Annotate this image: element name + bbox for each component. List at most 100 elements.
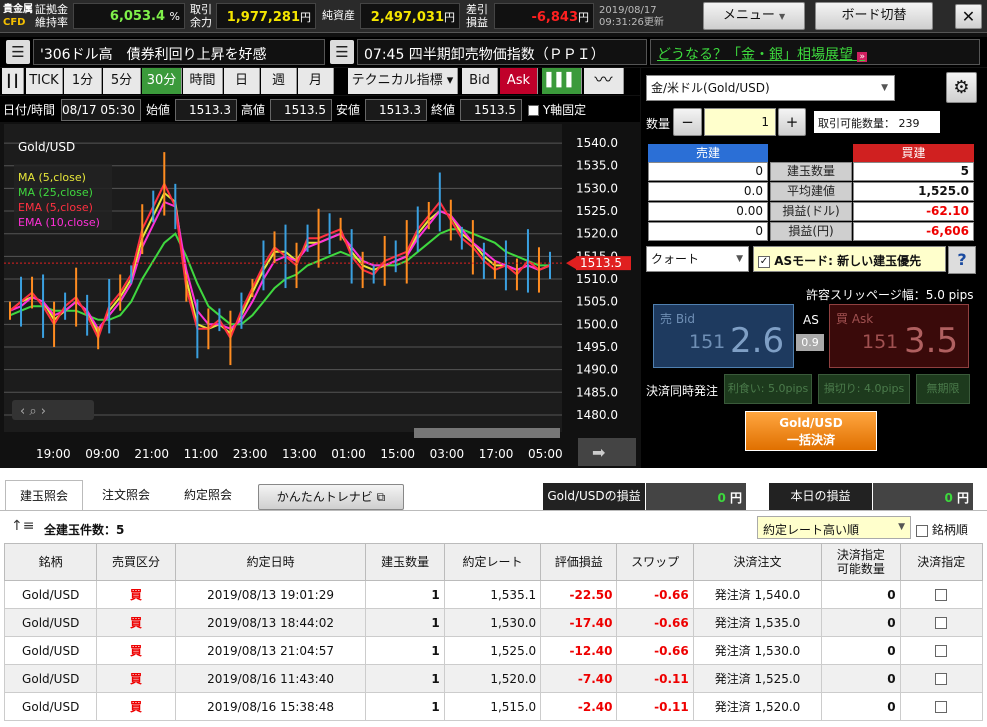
- bid-toggle[interactable]: Bid: [462, 68, 498, 94]
- sell-header: 売建: [648, 144, 768, 162]
- position-buy-3: -6,606: [853, 222, 974, 241]
- hamburger-icon[interactable]: ☰: [330, 40, 354, 64]
- cell-2: 2019/08/13 18:44:02: [174, 608, 367, 637]
- tab-positions[interactable]: 建玉照会: [5, 480, 83, 510]
- settle-checkbox[interactable]: [899, 664, 984, 693]
- checkbox-icon: [935, 673, 948, 685]
- cell-0: Gold/USD: [3, 580, 98, 609]
- close-value: 1513.5: [460, 99, 522, 121]
- timeframe-5[interactable]: 日: [224, 68, 260, 94]
- cell-8: 0: [821, 636, 901, 665]
- table-row: Gold/USD 買 2019/08/16 15:38:48 1 1,515.0 -2.4…: [3, 692, 984, 721]
- news-headline-right[interactable]: 07:45 四半期卸売物価指数（ＰＰＩ）: [357, 39, 647, 65]
- table-header: 銘柄 売買区分 約定日時 建玉数量 約定レート 評価損益 スワップ 決済注文 決済指定 可能数量…: [3, 543, 984, 581]
- cell-1: 買: [96, 692, 176, 721]
- buy-ask-button[interactable]: 買 Ask 151 3.5: [829, 304, 969, 368]
- take-profit-button[interactable]: 利食い: 5.0pips: [724, 374, 812, 404]
- qty-minus-button[interactable]: −: [673, 108, 702, 136]
- position-sell-1: 0.0: [648, 182, 768, 201]
- settle-checkbox[interactable]: [899, 692, 984, 721]
- timeframe-6[interactable]: 週: [261, 68, 297, 94]
- settle-checkbox[interactable]: [899, 580, 984, 609]
- menu-button[interactable]: メニュー ▼: [703, 2, 805, 30]
- table-body: Gold/USD 買 2019/08/13 19:01:29 1 1,535.1 -22.…: [3, 580, 984, 721]
- settle-checkbox[interactable]: [899, 636, 984, 665]
- cell-6: -0.66: [616, 580, 694, 609]
- settle-label: 決済同時発注: [646, 384, 719, 398]
- current-arrow: [566, 257, 576, 270]
- stop-loss-button[interactable]: 損切り: 4.0pips: [818, 374, 910, 404]
- candle-icon[interactable]: ┃┃: [2, 68, 24, 94]
- close-icon[interactable]: ✕: [955, 4, 982, 29]
- position-sell-2: 0.00: [648, 202, 768, 221]
- sort-icon[interactable]: ↑≡: [11, 518, 34, 534]
- legend-entry: EMA (10,close): [18, 216, 100, 229]
- cell-2: 2019/08/16 15:38:48: [174, 692, 367, 721]
- sort-select[interactable]: 約定レート高い順 ▼: [757, 516, 911, 539]
- symbol-select[interactable]: 金/米ドル(Gold/USD) ▼: [646, 75, 895, 101]
- yaxis-fix-checkbox[interactable]: Y軸固定: [528, 101, 586, 118]
- timeframe-3[interactable]: 30分: [142, 68, 182, 94]
- brand-order-checkbox[interactable]: 銘柄順: [916, 521, 968, 538]
- y-tick-label: 1485.0: [576, 385, 618, 399]
- settle-checkbox[interactable]: [899, 608, 984, 637]
- x-tick-label: 09:00: [85, 447, 120, 461]
- cell-8: 0: [821, 580, 901, 609]
- timeframe-4[interactable]: 時間: [183, 68, 223, 94]
- qty-input[interactable]: 1: [704, 108, 776, 136]
- cell-1: 買: [96, 608, 176, 637]
- timeframe-1[interactable]: 1分: [64, 68, 102, 94]
- col-header-9: 決済指定: [899, 543, 984, 581]
- term-button[interactable]: 無期限: [916, 374, 970, 404]
- cell-7: 発注済 1,540.0: [692, 580, 823, 609]
- date-value: 08/17 05:30: [61, 99, 141, 121]
- sell-bid-button[interactable]: 売 Bid 151 2.6: [653, 304, 794, 368]
- bid-big: 2.6: [730, 321, 785, 361]
- col-header-1: 売買区分: [96, 543, 176, 581]
- table-row: Gold/USD 買 2019/08/13 18:44:02 1 1,530.0 -17.…: [3, 608, 984, 637]
- trade-navi-button[interactable]: かんたんトレナビ ⧉: [258, 484, 404, 510]
- y-tick-label: 1480.0: [576, 408, 618, 422]
- cell-0: Gold/USD: [3, 692, 98, 721]
- symbol-label: Gold/USD: [18, 140, 75, 154]
- x-tick-label: 01:00: [331, 447, 366, 461]
- cell-3: 1: [365, 636, 445, 665]
- y-tick-label: 1525.0: [576, 204, 618, 218]
- bulk-settle-button[interactable]: Gold/USD 一括決済: [745, 411, 877, 451]
- help-icon[interactable]: ?: [948, 246, 976, 274]
- qty-plus-button[interactable]: +: [778, 108, 806, 136]
- ask-big: 3.5: [904, 321, 959, 361]
- tab-executions[interactable]: 約定照会: [170, 480, 246, 510]
- board-switch-button[interactable]: ボード切替: [815, 2, 933, 30]
- cfd-logo: 貴金属 CFD: [3, 4, 33, 28]
- checkbox-icon: [916, 524, 928, 537]
- news-link[interactable]: どうなる？「金・銀」相場展望 »: [650, 39, 980, 65]
- x-tick-label: 21:00: [134, 447, 169, 461]
- quote-mode-select[interactable]: クォート ▼: [646, 246, 749, 272]
- window-icon: ⧉: [376, 490, 386, 504]
- col-header-7: 決済注文: [692, 543, 823, 581]
- timeframe-7[interactable]: 月: [298, 68, 334, 94]
- hamburger-icon[interactable]: ☰: [6, 40, 30, 64]
- tab-orders[interactable]: 注文照会: [88, 480, 164, 510]
- timeframe-2[interactable]: 5分: [103, 68, 141, 94]
- position-count: 全建玉件数：5: [44, 523, 125, 537]
- ask-toggle[interactable]: Ask: [500, 68, 538, 94]
- cell-4: 1,520.0: [443, 664, 542, 693]
- price-chart[interactable]: 1540.01535.01530.01525.01520.01515.01510…: [0, 124, 640, 468]
- y-tick-label: 1530.0: [576, 181, 618, 195]
- bar-chart-icon[interactable]: ▌▌▌: [542, 68, 582, 94]
- x-tick-label: 23:00: [233, 447, 268, 461]
- news-headline-left[interactable]: '306ドル高 債券利回り上昇を好感: [33, 39, 325, 65]
- y-tick-label: 1495.0: [576, 340, 618, 354]
- as-mode-checkbox[interactable]: ✓ ASモード: 新しい建玉優先: [753, 246, 946, 272]
- tradable-qty: 取引可能数量： 239: [814, 111, 940, 133]
- tech-indicator-dropdown[interactable]: テクニカル指標 ▾: [348, 68, 458, 94]
- external-link-icon: »: [857, 52, 867, 62]
- date-label: 日付/時間: [3, 103, 56, 117]
- cell-3: 1: [365, 664, 445, 693]
- gear-icon[interactable]: ⚙: [946, 72, 977, 103]
- timeframe-0[interactable]: TICK: [26, 68, 63, 94]
- y-tick-label: 1540.0: [576, 136, 618, 150]
- line-chart-icon[interactable]: 〰: [584, 68, 624, 94]
